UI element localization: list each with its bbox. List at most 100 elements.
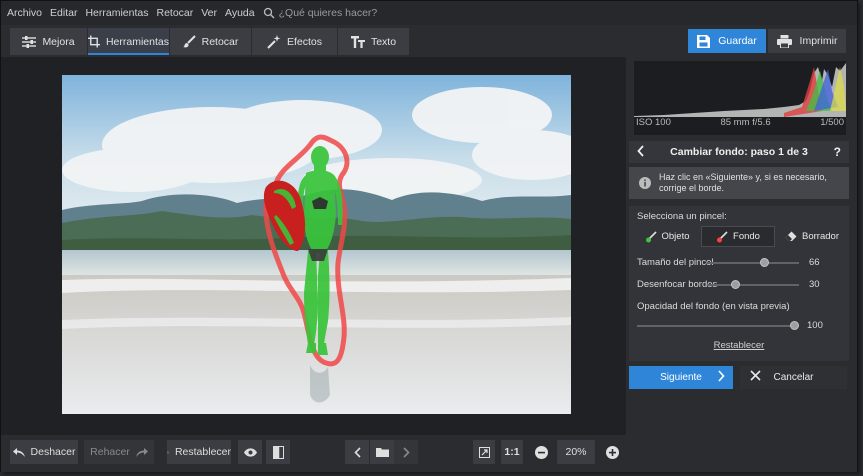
menu-editar[interactable]: Editar <box>50 7 77 19</box>
fit-screen-icon <box>478 446 490 458</box>
printer-icon <box>776 34 792 48</box>
menu-herramientas[interactable]: Herramientas <box>85 7 148 19</box>
brush-background-button[interactable]: Fondo <box>701 226 775 247</box>
opacity-knob[interactable] <box>790 321 799 330</box>
exif-shutter: 1/500 <box>820 117 844 128</box>
redo-button[interactable]: Rehacer <box>84 440 154 464</box>
opacity-value: 100 <box>807 320 823 331</box>
exif-iso: ISO 100 <box>636 117 671 128</box>
photo[interactable] <box>62 75 571 414</box>
exif-info: ISO 100 85 mm f/5.6 1/500 <box>634 117 846 128</box>
undo-icon <box>12 447 25 457</box>
menu-ayuda[interactable]: Ayuda <box>225 7 255 19</box>
rotate-ccw-icon <box>167 451 169 453</box>
menu-archivo[interactable]: Archivo <box>7 7 42 19</box>
open-folder-button[interactable] <box>370 440 394 464</box>
brush-icon <box>182 35 196 48</box>
menu-bar: Archivo Editar Herramientas Retocar Ver … <box>1 1 857 25</box>
right-panel: ISO 100 85 mm f/5.6 1/500 Cambiar fondo:… <box>626 57 857 472</box>
print-button-label: Imprimir <box>799 35 838 47</box>
brush-select-label: Selecciona un pincel: <box>637 211 727 222</box>
tab-herramientas-label: Herramientas <box>105 35 169 48</box>
help-button[interactable]: ? <box>834 145 841 159</box>
back-chevron-icon[interactable] <box>637 145 644 157</box>
blur-slider[interactable] <box>707 280 799 289</box>
info-box: Haz clic en «Siguiente» y, si es necesar… <box>629 167 849 199</box>
tab-efectos[interactable]: Efectos <box>252 28 338 55</box>
zoom-level-value: 20% <box>565 446 587 458</box>
search-icon <box>263 7 275 19</box>
tab-retocar[interactable]: Retocar <box>170 28 252 55</box>
brush-size-slider[interactable] <box>707 258 799 267</box>
text-icon <box>350 35 365 48</box>
magic-wand-icon <box>267 34 281 49</box>
tab-strip: Mejora Herramientas Retocar Efectos Text… <box>10 28 410 55</box>
brush-eraser-button[interactable]: Borrador <box>779 226 845 247</box>
green-brush-icon <box>645 230 657 242</box>
fit-to-screen-button[interactable] <box>473 440 495 464</box>
bottom-toolbar: Deshacer Rehacer Restablecer 1:1 20% <box>1 435 626 472</box>
reset-image-button-label: Restablecer <box>174 446 231 458</box>
chevron-right-icon <box>402 446 410 458</box>
zoom-in-icon <box>605 445 619 459</box>
brush-settings: Selecciona un pincel: Objeto Fondo Borra… <box>629 206 849 361</box>
next-image-button[interactable] <box>394 440 418 464</box>
cancel-button[interactable]: Cancelar <box>740 366 847 389</box>
tab-herramientas[interactable]: Herramientas <box>88 28 170 55</box>
tab-retocar-label: Retocar <box>201 35 239 48</box>
step-header: Cambiar fondo: paso 1 de 3 ? <box>629 141 849 163</box>
brush-object-button[interactable]: Objeto <box>637 226 697 247</box>
folder-icon <box>375 448 389 457</box>
actual-size-button[interactable]: 1:1 <box>501 440 523 464</box>
brush-background-label: Fondo <box>733 231 760 242</box>
beach-photo <box>62 75 571 414</box>
brush-eraser-label: Borrador <box>802 231 839 242</box>
compare-icon <box>272 445 284 459</box>
opacity-slider[interactable] <box>637 321 799 330</box>
tab-efectos-label: Efectos <box>286 35 323 48</box>
undo-button-label: Deshacer <box>30 446 76 458</box>
command-search[interactable]: ¿Qué quieres hacer? <box>263 7 378 19</box>
opacity-label: Opacidad del fondo (en vista previa) <box>637 301 790 312</box>
save-button[interactable]: Guardar <box>688 29 766 53</box>
tab-mejora-label: Mejora <box>42 35 75 48</box>
tab-texto[interactable]: Texto <box>338 28 410 55</box>
save-button-label: Guardar <box>718 35 757 47</box>
print-button[interactable]: Imprimir <box>768 29 846 53</box>
app-window: Archivo Editar Herramientas Retocar Ver … <box>0 0 858 472</box>
undo-button[interactable]: Deshacer <box>10 440 78 464</box>
close-icon <box>750 370 761 381</box>
zoom-out-button[interactable] <box>530 440 552 464</box>
histogram-graph <box>634 63 846 117</box>
tab-texto-label: Texto <box>370 35 397 48</box>
eraser-icon <box>785 231 797 241</box>
crop-icon <box>88 35 100 48</box>
reset-brush-link[interactable]: Restablecer <box>629 340 849 351</box>
blur-knob[interactable] <box>731 280 740 289</box>
cancel-button-label: Cancelar <box>773 372 814 383</box>
actual-size-label: 1:1 <box>504 446 520 458</box>
menu-ver[interactable]: Ver <box>201 7 217 19</box>
previous-image-button[interactable] <box>345 440 369 464</box>
brush-size-knob[interactable] <box>760 258 769 267</box>
command-search-placeholder: ¿Qué quieres hacer? <box>278 7 378 19</box>
next-button-label: Siguiente <box>660 372 702 383</box>
redo-icon <box>135 447 148 457</box>
reset-image-button[interactable]: Restablecer <box>167 440 231 464</box>
zoom-in-button[interactable] <box>601 440 623 464</box>
chevron-left-icon <box>353 446 361 458</box>
tab-mejora[interactable]: Mejora <box>10 28 88 55</box>
menu-retocar[interactable]: Retocar <box>156 7 193 19</box>
zoom-out-icon <box>534 445 548 459</box>
brush-size-value: 66 <box>809 257 820 268</box>
compare-button[interactable] <box>266 440 290 464</box>
next-button[interactable]: Siguiente <box>629 366 733 389</box>
zoom-level-field[interactable]: 20% <box>557 440 595 464</box>
chevron-right-icon <box>718 370 725 382</box>
exif-lens: 85 mm f/5.6 <box>720 117 771 128</box>
red-brush-icon <box>717 230 728 242</box>
image-canvas[interactable] <box>1 57 626 435</box>
sliders-icon <box>22 35 37 48</box>
eye-icon <box>243 447 257 457</box>
preview-eye-button[interactable] <box>238 440 262 464</box>
